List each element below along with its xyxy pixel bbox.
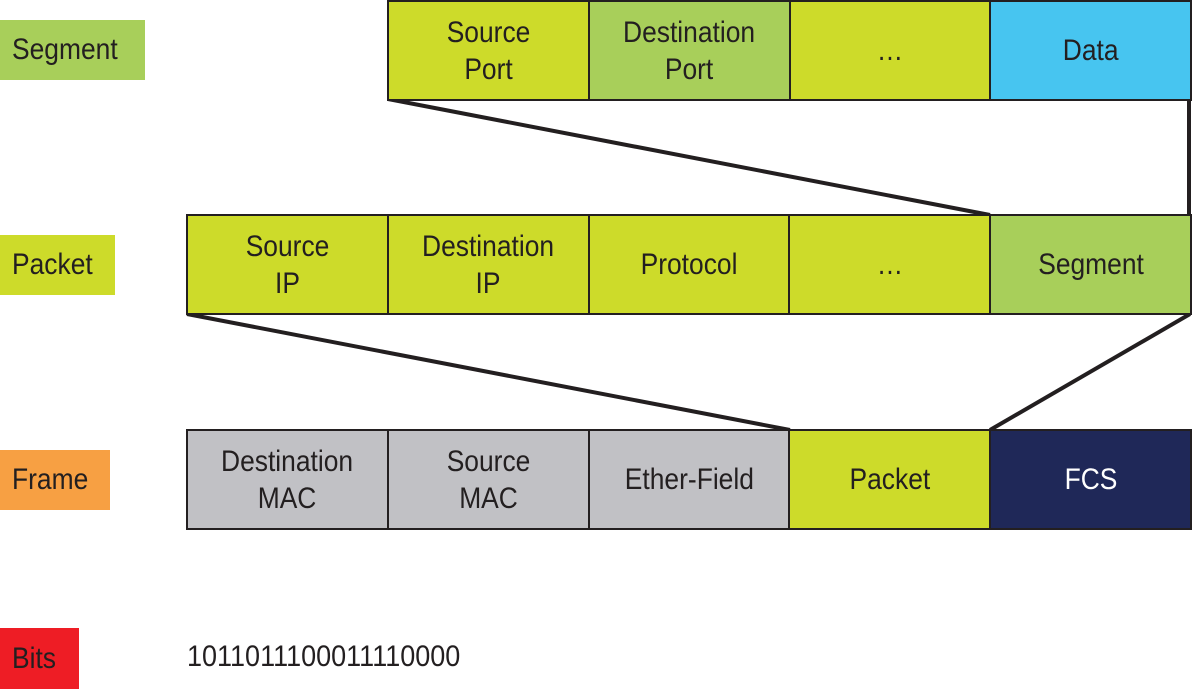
segment-to-packet-left-line (387, 97, 991, 217)
packet-destination-ip-cell: Destination IP (388, 216, 590, 313)
segment-data-cell: Data (991, 2, 1190, 99)
packet-label-text: Packet (12, 248, 93, 281)
packet-segment-cell: Segment (991, 216, 1190, 313)
packet-protocol-cell: Protocol (589, 216, 791, 313)
encapsulation-connector-lines (186, 97, 1192, 432)
segment-label: Segment (0, 20, 145, 80)
bits-value: 1011011100011110000 (187, 640, 461, 673)
segment-ellipsis-cell: … (790, 2, 992, 99)
frame-source-mac-cell: Source MAC (388, 431, 590, 528)
frame-ether-field-cell: Ether-Field (589, 431, 791, 528)
segment-row: Source Port Destination Port … Data (387, 0, 1192, 101)
segment-label-text: Segment (12, 33, 118, 66)
segment-destination-port-cell: Destination Port (589, 2, 791, 99)
frame-row: Destination MAC Source MAC Ether-Field P… (186, 429, 1192, 530)
packet-ellipsis-cell: … (790, 216, 992, 313)
bits-label-text: Bits (12, 641, 57, 675)
packet-to-frame-right-line (988, 312, 1192, 432)
packet-row: Source IP Destination IP Protocol … Segm… (186, 214, 1192, 315)
packet-source-ip-cell: Source IP (188, 216, 389, 313)
frame-destination-mac-cell: Destination MAC (188, 431, 389, 528)
frame-fcs-cell: FCS (991, 431, 1190, 528)
segment-source-port-cell: Source Port (389, 2, 590, 99)
frame-packet-cell: Packet (790, 431, 992, 528)
frame-label-text: Frame (12, 463, 89, 496)
packet-to-frame-left-line (186, 312, 791, 432)
packet-label: Packet (0, 235, 115, 295)
bits-label: Bits (0, 628, 79, 689)
frame-label: Frame (0, 450, 110, 510)
